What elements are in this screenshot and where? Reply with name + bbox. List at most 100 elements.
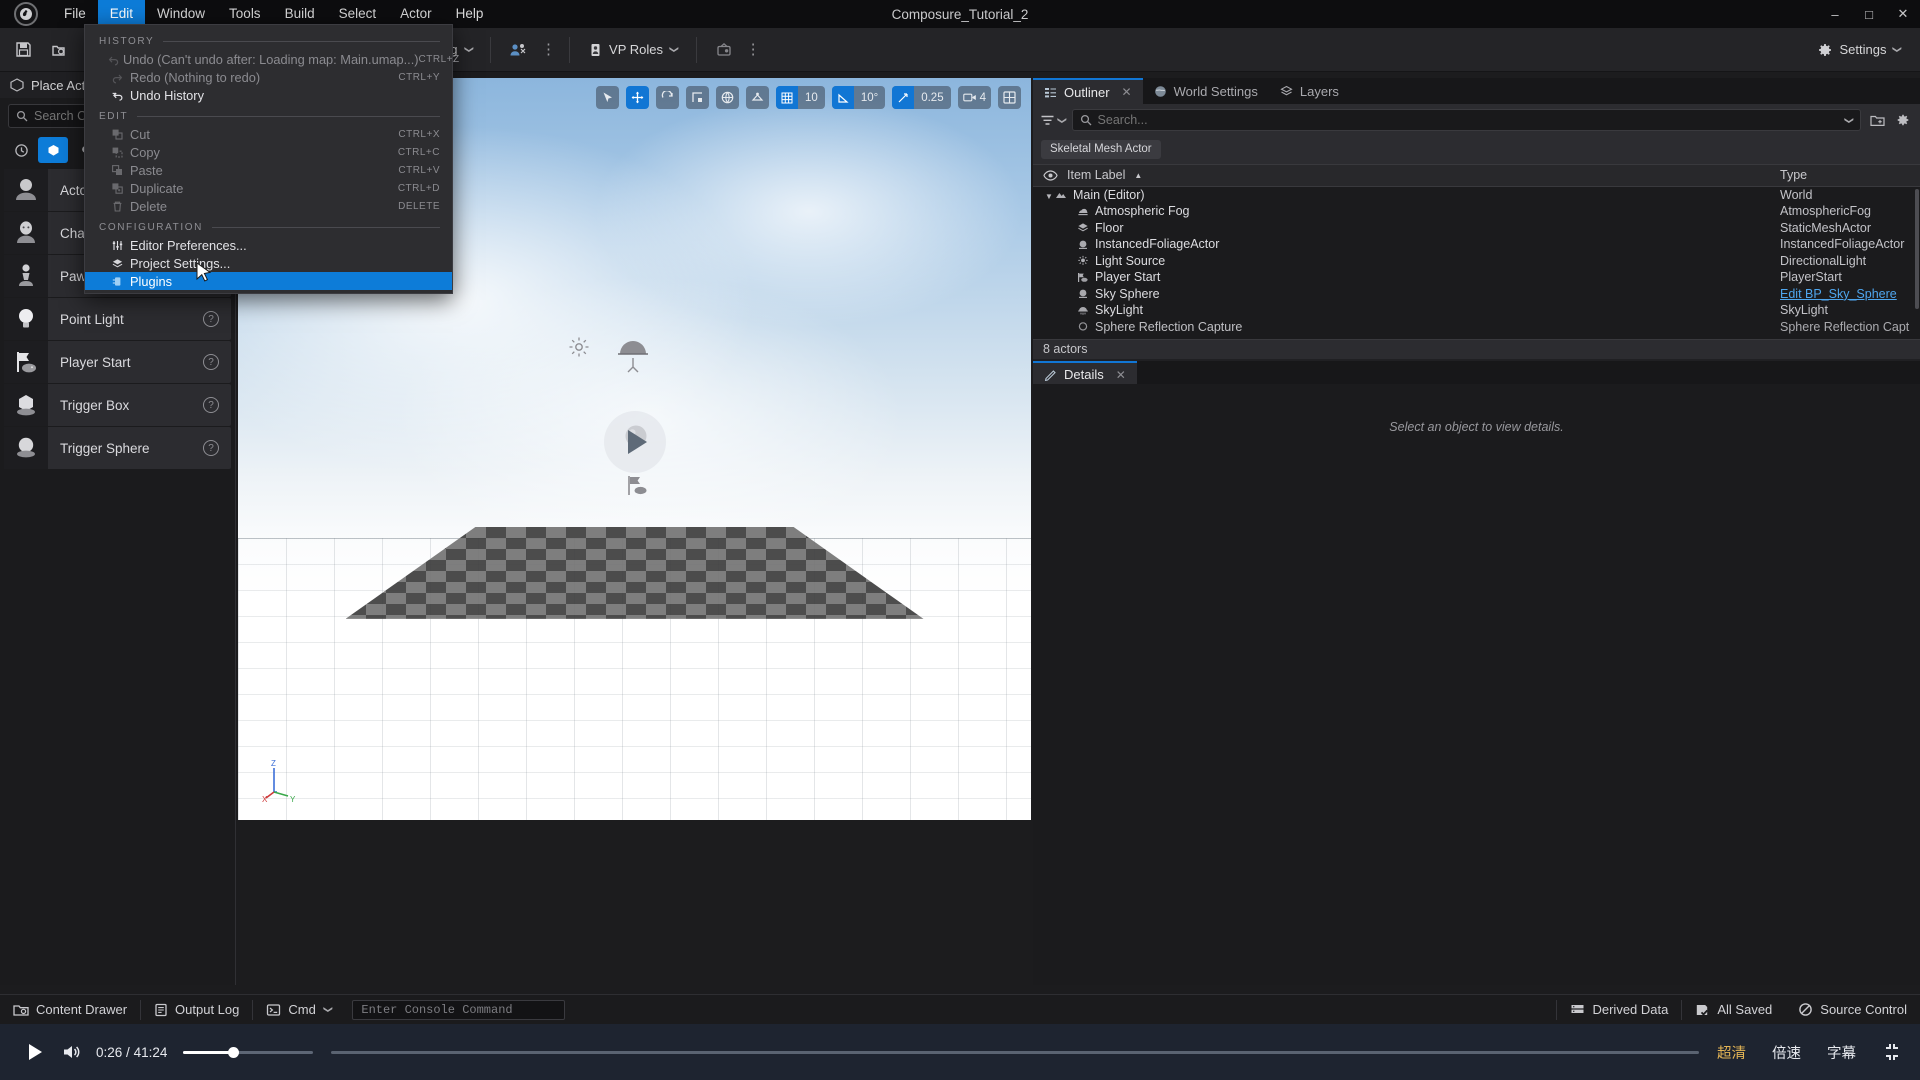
outliner-tree[interactable]: ▼ Main (Editor) World Atmospheric Fog At… bbox=[1033, 186, 1920, 339]
angle-icon[interactable] bbox=[831, 86, 854, 109]
help-icon[interactable]: ? bbox=[203, 354, 219, 370]
chevron-down-icon-search[interactable]: ❯ bbox=[1844, 116, 1855, 124]
details-tab-strip[interactable]: Details ✕ bbox=[1033, 360, 1920, 387]
eye-icon[interactable] bbox=[1043, 169, 1058, 181]
window-controls[interactable]: – □ ✕ bbox=[1818, 0, 1920, 28]
help-icon[interactable]: ? bbox=[203, 440, 219, 456]
angle-snap-value[interactable]: 10° bbox=[854, 86, 885, 109]
video-play-overlay[interactable] bbox=[603, 410, 666, 473]
grid-snap-value[interactable]: 10 bbox=[798, 86, 825, 109]
chevron-down-icon-cmd[interactable]: ❯ bbox=[322, 1006, 333, 1014]
table-row[interactable]: ▼ Main (Editor) World bbox=[1033, 187, 1920, 204]
multi-user-button[interactable] bbox=[500, 35, 537, 65]
scale-snap-icon[interactable] bbox=[892, 86, 915, 109]
new-folder-button[interactable] bbox=[1867, 110, 1887, 130]
tab-world-settings[interactable]: World Settings bbox=[1143, 78, 1269, 104]
menu-item-editor-preferences[interactable]: Editor Preferences... bbox=[85, 236, 452, 254]
tab-basic[interactable] bbox=[38, 137, 68, 163]
switchboard-button[interactable] bbox=[706, 35, 742, 65]
camera-speed-control[interactable]: 4 bbox=[957, 86, 991, 109]
save-button[interactable] bbox=[6, 35, 41, 65]
minimize-button[interactable]: – bbox=[1818, 0, 1852, 28]
all-saved-button[interactable]: All Saved bbox=[1682, 995, 1785, 1025]
menu-item-project-settings[interactable]: Project Settings... bbox=[85, 254, 452, 272]
maximize-button[interactable]: □ bbox=[1852, 0, 1886, 28]
surface-snap-button[interactable] bbox=[746, 86, 770, 109]
filter-button[interactable]: ❯ bbox=[1040, 114, 1067, 127]
scale-snap-control[interactable]: 0.25 bbox=[892, 86, 951, 109]
derived-data-button[interactable]: Derived Data bbox=[1557, 995, 1681, 1025]
volume-button[interactable] bbox=[52, 1043, 92, 1061]
table-row[interactable]: SkyLight SkyLight bbox=[1033, 302, 1920, 319]
menu-item-undo[interactable]: Undo (Can't undo after: Loading map: Mai… bbox=[85, 50, 459, 68]
outliner-column-header[interactable]: Item Label ▲ Type bbox=[1033, 163, 1920, 187]
subtitle-button[interactable]: 字幕 bbox=[1827, 1042, 1856, 1063]
tab-layers[interactable]: Layers bbox=[1269, 78, 1350, 104]
settings-button[interactable]: Settings ❯ bbox=[1808, 35, 1910, 65]
table-row[interactable]: Player Start PlayerStart bbox=[1033, 269, 1920, 286]
viewport-layout-button[interactable] bbox=[998, 86, 1021, 109]
column-type[interactable]: Type bbox=[1772, 168, 1920, 182]
menu-item-copy[interactable]: Copy CTRL+C bbox=[85, 143, 452, 161]
column-item-label[interactable]: Item Label ▲ bbox=[1033, 168, 1772, 182]
list-item[interactable]: Player Start ? bbox=[4, 341, 231, 383]
outliner-scrollbar[interactable] bbox=[1915, 188, 1919, 309]
cmd-button[interactable]: Cmd ❯ bbox=[253, 995, 344, 1025]
expand-triangle-icon[interactable]: ▼ bbox=[1045, 192, 1053, 201]
list-item[interactable]: Trigger Box ? bbox=[4, 384, 231, 426]
move-tool-button[interactable] bbox=[626, 86, 650, 109]
table-row[interactable]: Atmospheric Fog AtmosphericFog bbox=[1033, 203, 1920, 220]
table-row[interactable]: InstancedFoliageActor InstancedFoliageAc… bbox=[1033, 236, 1920, 253]
filter-chip[interactable]: Skeletal Mesh Actor bbox=[1041, 139, 1161, 159]
close-icon[interactable]: ✕ bbox=[1122, 85, 1132, 99]
tab-details[interactable]: Details ✕ bbox=[1033, 360, 1137, 387]
sort-ascending-icon[interactable]: ▲ bbox=[1134, 171, 1142, 180]
outliner-search-field[interactable]: ❯ bbox=[1071, 109, 1861, 131]
help-icon[interactable]: ? bbox=[203, 397, 219, 413]
list-item[interactable]: Point Light ? bbox=[4, 298, 231, 340]
outliner-settings-button[interactable] bbox=[1893, 110, 1913, 130]
tab-outliner[interactable]: Outliner ✕ bbox=[1033, 78, 1143, 104]
fullscreen-icon[interactable] bbox=[1882, 1042, 1902, 1062]
help-icon[interactable]: ? bbox=[203, 311, 219, 327]
menu-item-cut[interactable]: Cut CTRL+X bbox=[85, 125, 452, 143]
menu-item-paste[interactable]: Paste CTRL+V bbox=[85, 161, 452, 179]
source-control-button[interactable]: Source Control bbox=[1785, 995, 1920, 1025]
close-button[interactable]: ✕ bbox=[1886, 0, 1920, 28]
menu-item-redo[interactable]: Redo (Nothing to redo) CTRL+Y bbox=[85, 68, 452, 86]
grid-icon[interactable] bbox=[776, 86, 799, 109]
close-icon[interactable]: ✕ bbox=[1116, 368, 1126, 382]
switchboard-kebab[interactable]: ⋮ bbox=[742, 42, 765, 57]
menu-item-delete[interactable]: Delete DELETE bbox=[85, 197, 452, 215]
table-row[interactable]: Sky Sphere Edit BP_Sky_Sphere bbox=[1033, 286, 1920, 303]
edit-dropdown-menu[interactable]: HISTORY Undo (Can't undo after: Loading … bbox=[84, 24, 459, 294]
output-log-button[interactable]: Output Log bbox=[141, 995, 252, 1025]
volume-knob[interactable] bbox=[227, 1046, 239, 1058]
vp-roles-button[interactable]: VP Roles ❯ bbox=[579, 35, 687, 65]
select-tool-button[interactable] bbox=[596, 86, 620, 109]
speed-button[interactable]: 倍速 bbox=[1772, 1042, 1801, 1063]
scale-snap-value[interactable]: 0.25 bbox=[914, 86, 950, 109]
content-drawer-button[interactable]: Content Drawer bbox=[0, 995, 140, 1025]
browse-button[interactable] bbox=[41, 35, 76, 65]
outliner-search-input[interactable] bbox=[1097, 113, 1839, 127]
row-type-link[interactable]: Edit BP_Sky_Sphere bbox=[1772, 287, 1920, 301]
viewport-toolbar[interactable]: 10 10° 0.25 4 bbox=[596, 86, 1021, 109]
rotate-tool-button[interactable] bbox=[656, 86, 680, 109]
list-item[interactable]: Trigger Sphere ? bbox=[4, 427, 231, 469]
menu-item-duplicate[interactable]: Duplicate CTRL+D bbox=[85, 179, 452, 197]
quality-button[interactable]: 超清 bbox=[1717, 1042, 1746, 1063]
angle-snap-control[interactable]: 10° bbox=[831, 86, 886, 109]
menu-item-plugins[interactable]: Plugins bbox=[85, 272, 452, 290]
multi-user-kebab[interactable]: ⋮ bbox=[537, 42, 560, 57]
table-row[interactable]: Light Source DirectionalLight bbox=[1033, 253, 1920, 270]
table-row[interactable]: Floor StaticMeshActor bbox=[1033, 220, 1920, 237]
tab-recent[interactable] bbox=[6, 137, 36, 163]
grid-snap-control[interactable]: 10 bbox=[776, 86, 825, 109]
scale-tool-button[interactable] bbox=[686, 86, 710, 109]
world-space-button[interactable] bbox=[716, 86, 740, 109]
outliner-tab-strip[interactable]: Outliner ✕ World Settings Layers bbox=[1033, 78, 1920, 104]
play-button[interactable] bbox=[18, 1042, 52, 1062]
table-row[interactable]: Sphere Reflection Capture Sphere Reflect… bbox=[1033, 319, 1920, 336]
menu-item-undo-history[interactable]: Undo History bbox=[85, 86, 452, 104]
